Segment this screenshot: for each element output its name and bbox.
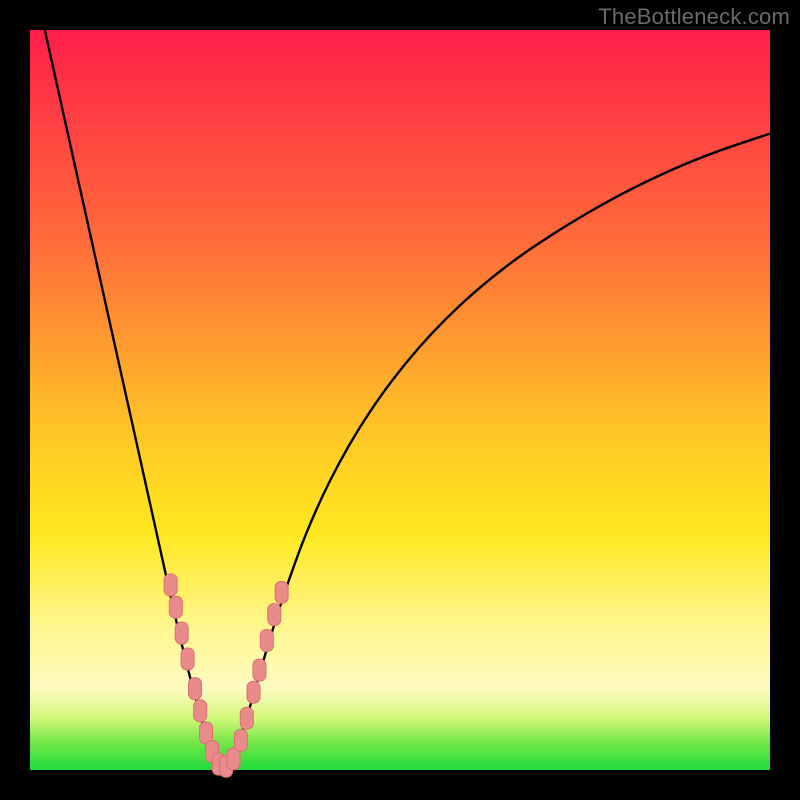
curve-marker [240, 707, 253, 729]
curve-marker [247, 681, 260, 703]
curve-right-branch [230, 134, 770, 770]
curve-marker [169, 596, 182, 618]
chart-frame: TheBottleneck.com [0, 0, 800, 800]
curve-marker [268, 604, 281, 626]
plot-area [30, 30, 770, 770]
curve-marker [260, 630, 273, 652]
curve-marker [181, 648, 194, 670]
bottleneck-curve [30, 30, 770, 770]
curve-marker [253, 659, 266, 681]
curve-markers [164, 574, 288, 777]
curve-marker [189, 678, 202, 700]
curve-marker [194, 700, 207, 722]
curve-marker [275, 581, 288, 603]
curve-marker [164, 574, 177, 596]
curve-marker [234, 729, 247, 751]
curve-marker [175, 622, 188, 644]
watermark-text: TheBottleneck.com [598, 4, 790, 30]
